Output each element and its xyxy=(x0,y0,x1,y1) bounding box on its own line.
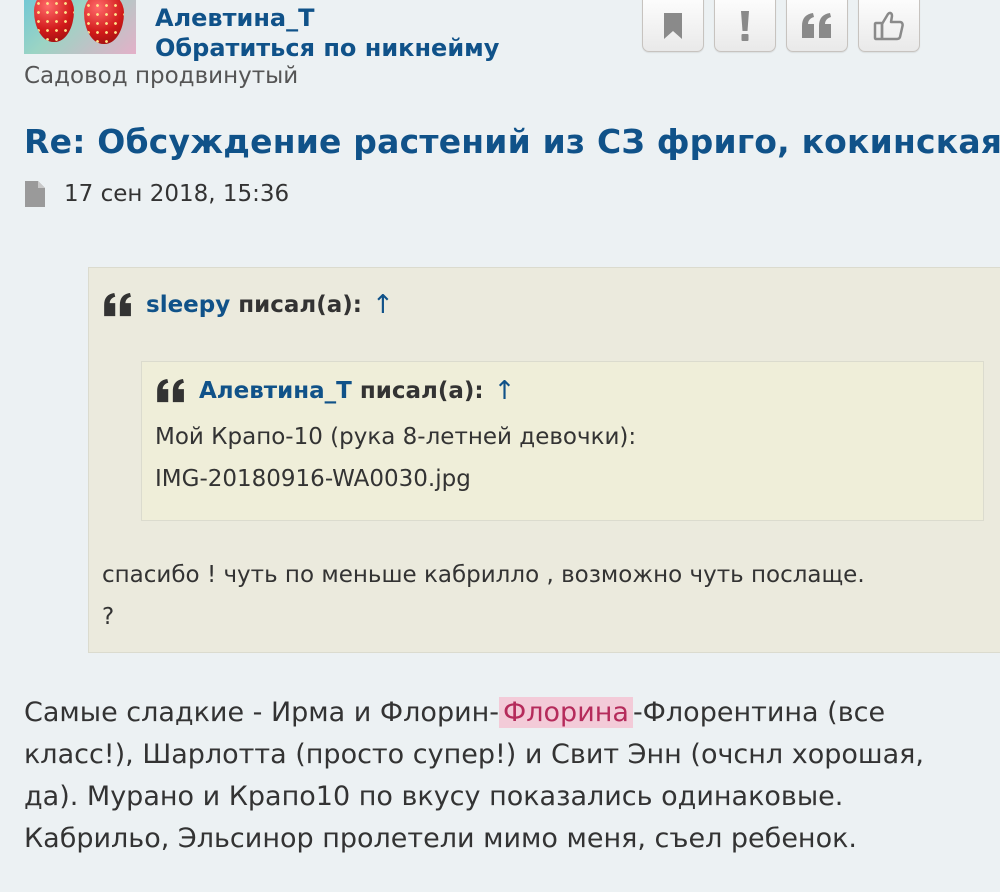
post-body-line: Кабрильо, Эльсинор пролетели мимо меня, … xyxy=(24,823,857,854)
like-button[interactable] xyxy=(858,0,920,52)
bookmark-button[interactable] xyxy=(642,0,704,52)
report-button[interactable] xyxy=(714,0,776,52)
post-body-text: Самые сладкие - Ирма и Флорин- xyxy=(24,697,500,728)
author-username-link[interactable]: Алевтина_Т xyxy=(155,4,315,32)
outer-quote-cite: sleepy писал(а): ↑ xyxy=(102,290,394,320)
post-title-link[interactable]: Re: Обсуждение растений из СЗ фриго, кок… xyxy=(24,122,1000,161)
thumbs-up-icon xyxy=(873,11,904,41)
jump-to-post-arrow-link[interactable]: ↑ xyxy=(494,376,516,406)
quote-wrote-label: писал(а): xyxy=(238,292,362,318)
strawberry-image xyxy=(34,0,74,42)
mention-by-nickname-link[interactable]: Обратиться по никнейму xyxy=(155,34,499,62)
post-meta: 17 сен 2018, 15:36 xyxy=(24,180,289,208)
post-body-line: да). Мурано и Крапо10 по вкусу показалис… xyxy=(24,781,844,812)
post-actions xyxy=(642,0,920,52)
outer-quote-text: ? xyxy=(102,604,115,630)
quoted-author-link[interactable]: sleepy xyxy=(146,292,230,318)
quote-wrote-label: писал(а): xyxy=(359,378,484,404)
post-body-line: Самые сладкие - Ирма и Флорин- Флорина -Фл… xyxy=(24,692,984,734)
outer-quote: sleepy писал(а): ↑ Алевтина_Т писал(а): … xyxy=(88,267,1000,653)
author-rank: Садовод продвинутый xyxy=(24,63,299,89)
quote-button[interactable] xyxy=(786,0,848,52)
post-date: 17 сен 2018, 15:36 xyxy=(64,181,290,207)
post-body-line: класс!), Шарлотта (просто супер!) и Свит… xyxy=(24,739,924,770)
quote-icon xyxy=(104,293,131,317)
post-body: Самые сладкие - Ирма и Флорин- Флорина -Фл… xyxy=(24,692,984,860)
outer-quote-text: спасибо ! чуть по меньше кабрилло , возм… xyxy=(102,562,865,588)
post-file-icon[interactable] xyxy=(24,180,46,208)
avatar[interactable] xyxy=(24,0,136,54)
inner-quote: Алевтина_Т писал(а): ↑ Мой Крапо-10 (рук… xyxy=(141,361,984,521)
bookmark-icon xyxy=(664,13,682,39)
quoted-author-link[interactable]: Алевтина_Т xyxy=(199,378,352,404)
strawberry-image xyxy=(84,0,124,44)
post-body-text: -Флорентина (все xyxy=(632,697,886,728)
exclamation-icon xyxy=(741,11,749,41)
search-highlight: Флорина xyxy=(499,697,633,728)
inner-quote-cite: Алевтина_Т писал(а): ↑ xyxy=(155,376,515,406)
quote-icon xyxy=(802,13,831,38)
attachment-filename: IMG-20180916-WA0030.jpg xyxy=(155,466,471,492)
inner-quote-text: Мой Крапо-10 (рука 8-летней девочки): xyxy=(155,424,637,450)
quote-icon xyxy=(157,379,184,403)
jump-to-post-arrow-link[interactable]: ↑ xyxy=(372,290,394,320)
